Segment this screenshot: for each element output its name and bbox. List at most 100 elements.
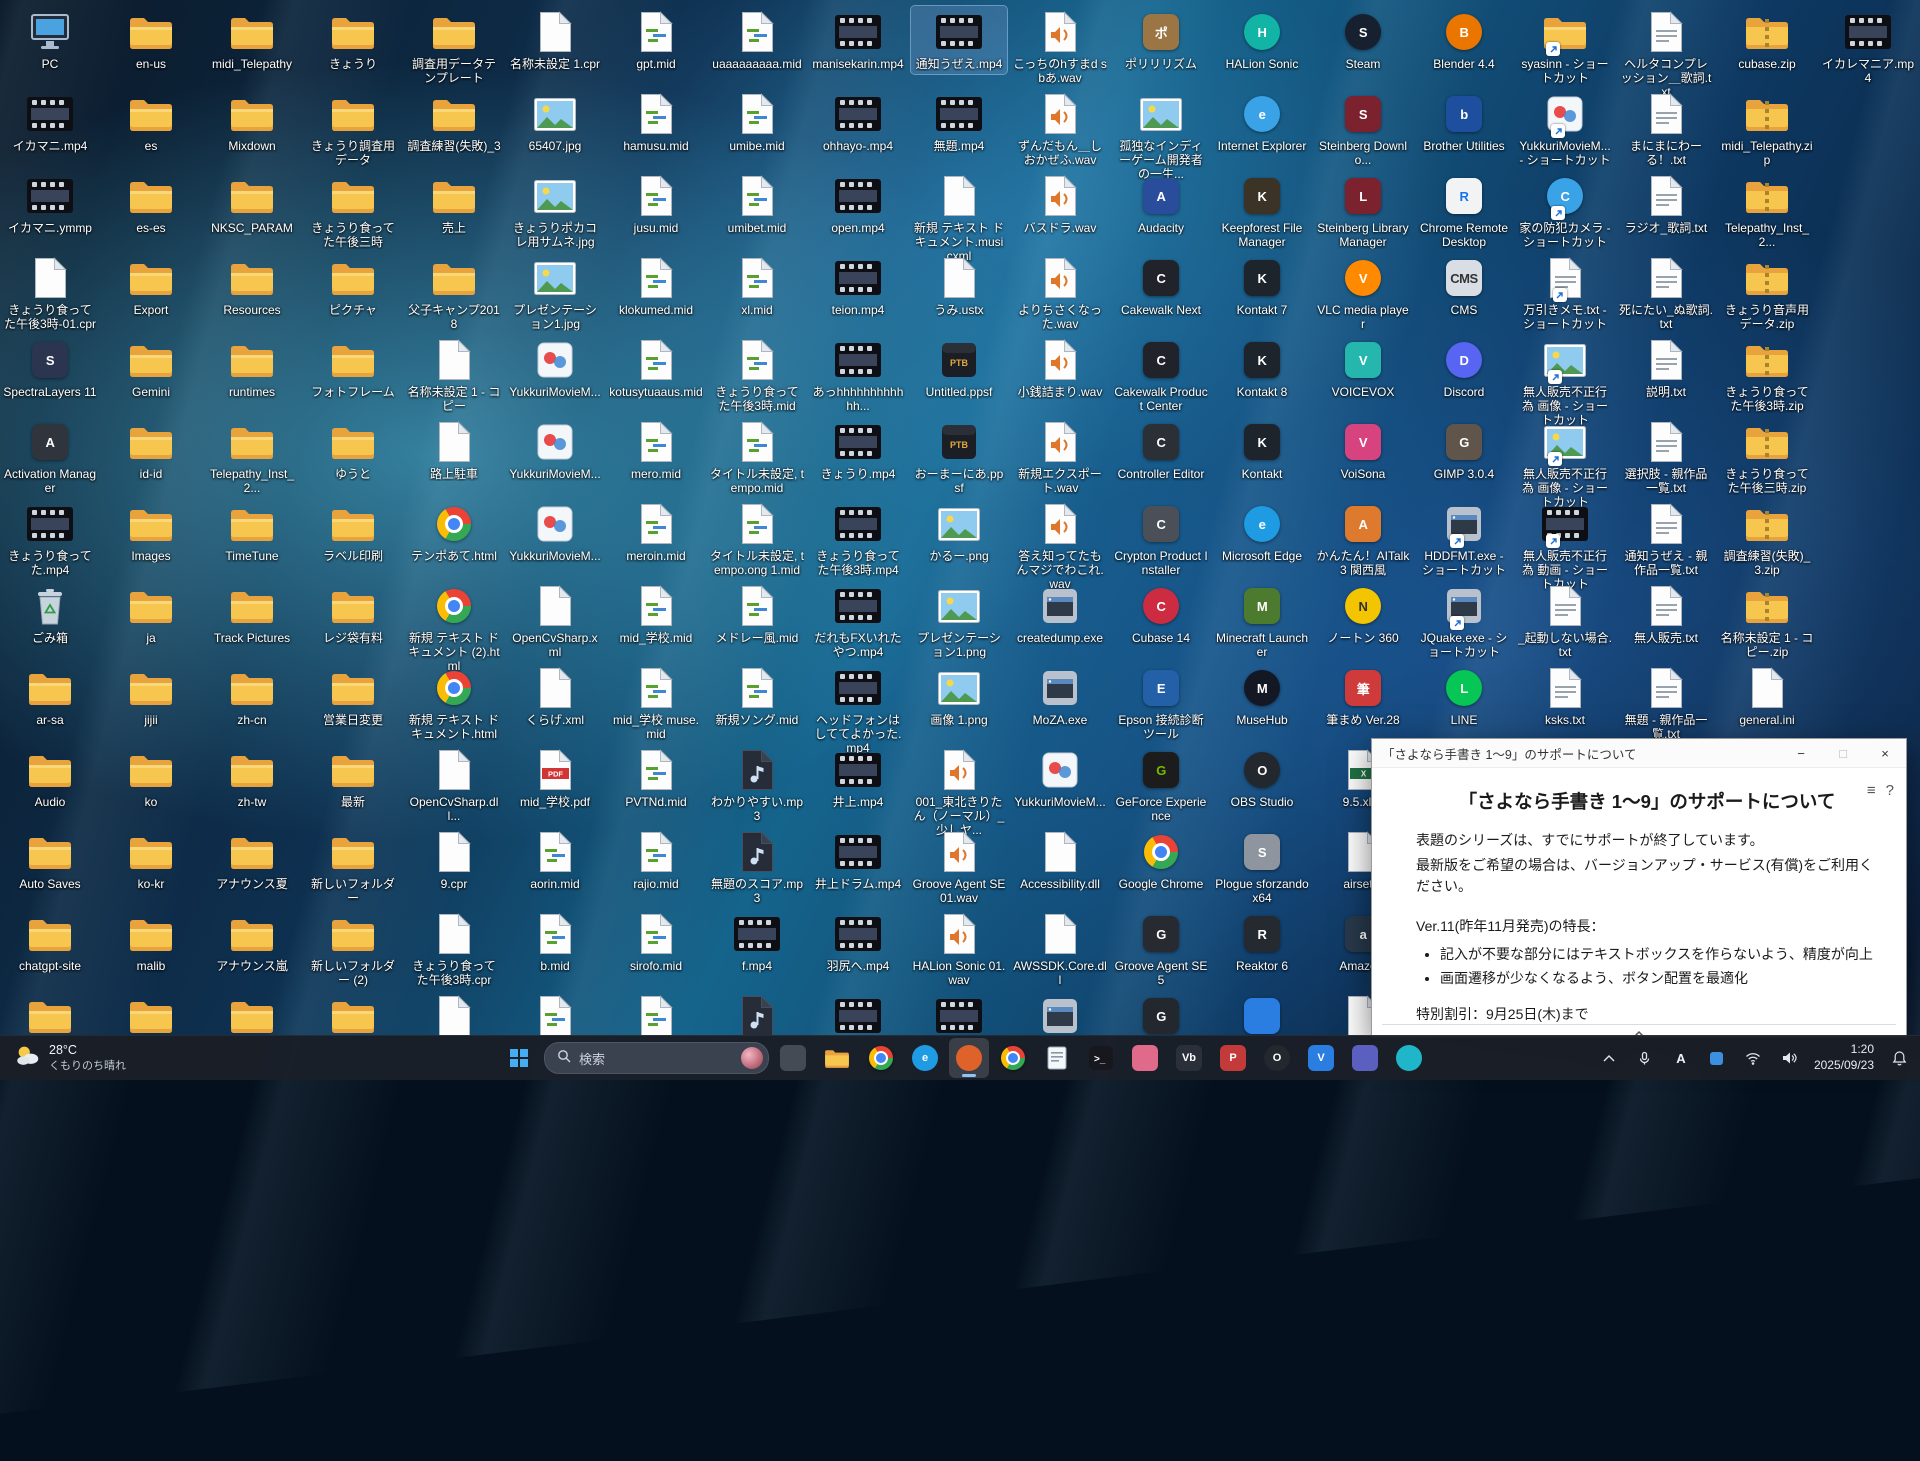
desktop-icon[interactable]: ja [103, 580, 199, 648]
desktop-icon[interactable]: GGeForce Experience [1113, 744, 1209, 826]
desktop-icon[interactable]: メドレー風.mid [709, 580, 805, 648]
desktop-icon[interactable]: CController Editor [1113, 416, 1209, 484]
desktop-icon[interactable]: gpt.mid [608, 6, 704, 74]
desktop-icon[interactable]: midi_Telepathy.zip [1719, 88, 1815, 170]
desktop-icon[interactable]: うみ.ustx [911, 252, 1007, 320]
desktop-icon[interactable]: HDDFMT.exe - ショートカット [1416, 498, 1512, 580]
desktop-icon[interactable]: あっhhhhhhhhhhhh... [810, 334, 906, 416]
desktop-icon[interactable]: OpenCvSharp.xml [507, 580, 603, 662]
desktop-icon[interactable]: 説明.txt [1618, 334, 1714, 402]
desktop-icon[interactable]: CMSCMS [1416, 252, 1512, 320]
desktop-icon[interactable]: イカマニ.ymmp [2, 170, 98, 238]
desktop-icon[interactable]: 営業日変更 [305, 662, 401, 730]
desktop-icon[interactable]: SSteinberg Downlo... [1315, 88, 1411, 170]
list-icon[interactable]: ≡ [1867, 782, 1876, 799]
desktop-icon[interactable]: EEpson 接続診断ツール [1113, 662, 1209, 744]
desktop-icon[interactable]: PDFmid_学校.pdf [507, 744, 603, 812]
desktop-icon[interactable]: runtimes [204, 334, 300, 402]
desktop-icon[interactable]: Accessibility.dll [1012, 826, 1108, 894]
desktop-icon[interactable]: b.mid [507, 908, 603, 976]
desktop-icon[interactable]: ずんだもん＿しおかぜふ.wav [1012, 88, 1108, 170]
desktop-icon[interactable]: きょうり食ってた午後三時.zip [1719, 416, 1815, 498]
desktop-icon[interactable]: PTBおーまーにあ.ppsf [911, 416, 1007, 498]
desktop-icon[interactable]: ごみ箱 [2, 580, 98, 648]
desktop-icon[interactable]: MoZA.exe [1012, 662, 1108, 730]
desktop-icon[interactable]: CCubase 14 [1113, 580, 1209, 648]
desktop-icon[interactable]: HHALion Sonic [1214, 6, 1310, 74]
desktop-icon[interactable]: プレゼンテーション1.png [911, 580, 1007, 662]
desktop-icon[interactable]: mero.mid [608, 416, 704, 484]
desktop-icon[interactable]: 新規ソング.mid [709, 662, 805, 730]
desktop-icon[interactable]: 無人販売.txt [1618, 580, 1714, 648]
desktop-icon[interactable]: JQuake.exe - ショートカット [1416, 580, 1512, 662]
desktop-icon[interactable]: ar-sa [2, 662, 98, 730]
desktop-icon[interactable]: ゆうと [305, 416, 401, 484]
desktop-icon[interactable]: VVoiSona [1315, 416, 1411, 484]
desktop-icon[interactable]: open.mp4 [810, 170, 906, 238]
desktop-icon[interactable]: malib [103, 908, 199, 976]
desktop-icon[interactable]: 筆筆まめ Ver.28 [1315, 662, 1411, 730]
desktop-icon[interactable]: 9.cpr [406, 826, 502, 894]
desktop-icon[interactable]: 新規エクスポート.wav [1012, 416, 1108, 498]
desktop-icon[interactable]: きょうり食ってた午後3時.cpr [406, 908, 502, 990]
desktop-icon[interactable]: だれもFXいれたやつ.mp4 [810, 580, 906, 662]
hidden-icons-chevron[interactable] [1592, 1040, 1626, 1076]
desktop-icon[interactable]: ポポリリリズム [1113, 6, 1209, 74]
clock[interactable]: 1:20 2025/09/23 [1808, 1042, 1880, 1073]
desktop-icon[interactable]: 万引きメモ.txt - ショートカット [1517, 252, 1613, 334]
desktop-icon[interactable]: ラベル印刷 [305, 498, 401, 566]
desktop-icon[interactable]: jijii [103, 662, 199, 730]
taskbar-app-music-app[interactable] [1389, 1038, 1429, 1078]
desktop-icon[interactable]: テンポあて.html [406, 498, 502, 566]
desktop-icon[interactable]: 新規 テキスト ドキュメント.html [406, 662, 502, 744]
taskbar-app-microsoft-edge[interactable]: e [905, 1038, 945, 1078]
desktop-icon[interactable]: きょうり食ってた午後3時.zip [1719, 334, 1815, 416]
desktop-icon[interactable]: umibe.mid [709, 88, 805, 156]
taskbar-app-fudemame[interactable] [1125, 1038, 1165, 1078]
desktop-icon[interactable]: PTBUntitled.ppsf [911, 334, 1007, 402]
desktop-icon[interactable]: AActivation Manager [2, 416, 98, 498]
desktop-icon[interactable]: まにまにわーる！.txt [1618, 88, 1714, 170]
desktop-icon[interactable]: かるー.png [911, 498, 1007, 566]
desktop-icon[interactable]: 新しいフォルダー (2) [305, 908, 401, 990]
desktop-icon[interactable]: わかりやすい.mp3 [709, 744, 805, 826]
desktop-icon[interactable]: 路上駐車 [406, 416, 502, 484]
notifications-bell-icon[interactable] [1882, 1040, 1916, 1076]
desktop-icon[interactable]: Telepathy_Inst_2... [1719, 170, 1815, 252]
taskbar-app-obs-studio[interactable]: O [1257, 1038, 1297, 1078]
desktop-icon[interactable]: syasinn - ショートカット [1517, 6, 1613, 88]
desktop-icon[interactable]: Mixdown [204, 88, 300, 156]
desktop-icon[interactable]: zh-tw [204, 744, 300, 812]
desktop-icon[interactable]: jusu.mid [608, 170, 704, 238]
desktop-icon[interactable]: YukkuriMovieM... [507, 498, 603, 566]
desktop-icon[interactable]: mid_学校 muse.mid [608, 662, 704, 744]
desktop-icon[interactable]: 父子キャンプ2018 [406, 252, 502, 334]
taskbar-app-notepad[interactable] [1037, 1038, 1077, 1078]
desktop-icon[interactable]: meroin.mid [608, 498, 704, 566]
desktop-icon[interactable]: LLINE [1416, 662, 1512, 730]
desktop-icon[interactable]: manisekarin.mp4 [810, 6, 906, 74]
desktop-icon[interactable]: くらげ.xml [507, 662, 603, 730]
desktop-icon[interactable]: アナウンス嵐 [204, 908, 300, 976]
desktop-icon[interactable]: 小銭詰まり.wav [1012, 334, 1108, 402]
taskbar-app-media-app[interactable]: P [1213, 1038, 1253, 1078]
desktop-icon[interactable]: よりちさくなった.wav [1012, 252, 1108, 334]
desktop-icon[interactable]: ko [103, 744, 199, 812]
desktop-icon[interactable]: きょうり音声用データ.zip [1719, 252, 1815, 334]
desktop-icon[interactable]: kotusytuaaus.mid [608, 334, 704, 402]
desktop-icon[interactable]: ohhayo-.mp4 [810, 88, 906, 156]
desktop-icon[interactable]: f.mp4 [709, 908, 805, 976]
desktop-icon[interactable]: es-es [103, 170, 199, 238]
desktop-icon[interactable]: 名称未設定 1.cpr [507, 6, 603, 74]
microphone-icon[interactable] [1628, 1040, 1662, 1076]
desktop-icon[interactable]: midi_Telepathy [204, 6, 300, 74]
desktop-icon[interactable]: Groove Agent SE 01.wav [911, 826, 1007, 908]
desktop-icon[interactable]: YukkuriMovieM... [507, 334, 603, 402]
desktop-icon[interactable]: xl.mid [709, 252, 805, 320]
desktop-icon[interactable]: rajio.mid [608, 826, 704, 894]
desktop-icon[interactable]: VVOICEVOX [1315, 334, 1411, 402]
desktop-icon[interactable]: 無題 - 親作品一覧.txt [1618, 662, 1714, 744]
desktop-icon[interactable]: Auto Saves [2, 826, 98, 894]
desktop-icon[interactable]: 名称未設定 1 - コピー.zip [1719, 580, 1815, 662]
desktop-icon[interactable]: 最新 [305, 744, 401, 812]
